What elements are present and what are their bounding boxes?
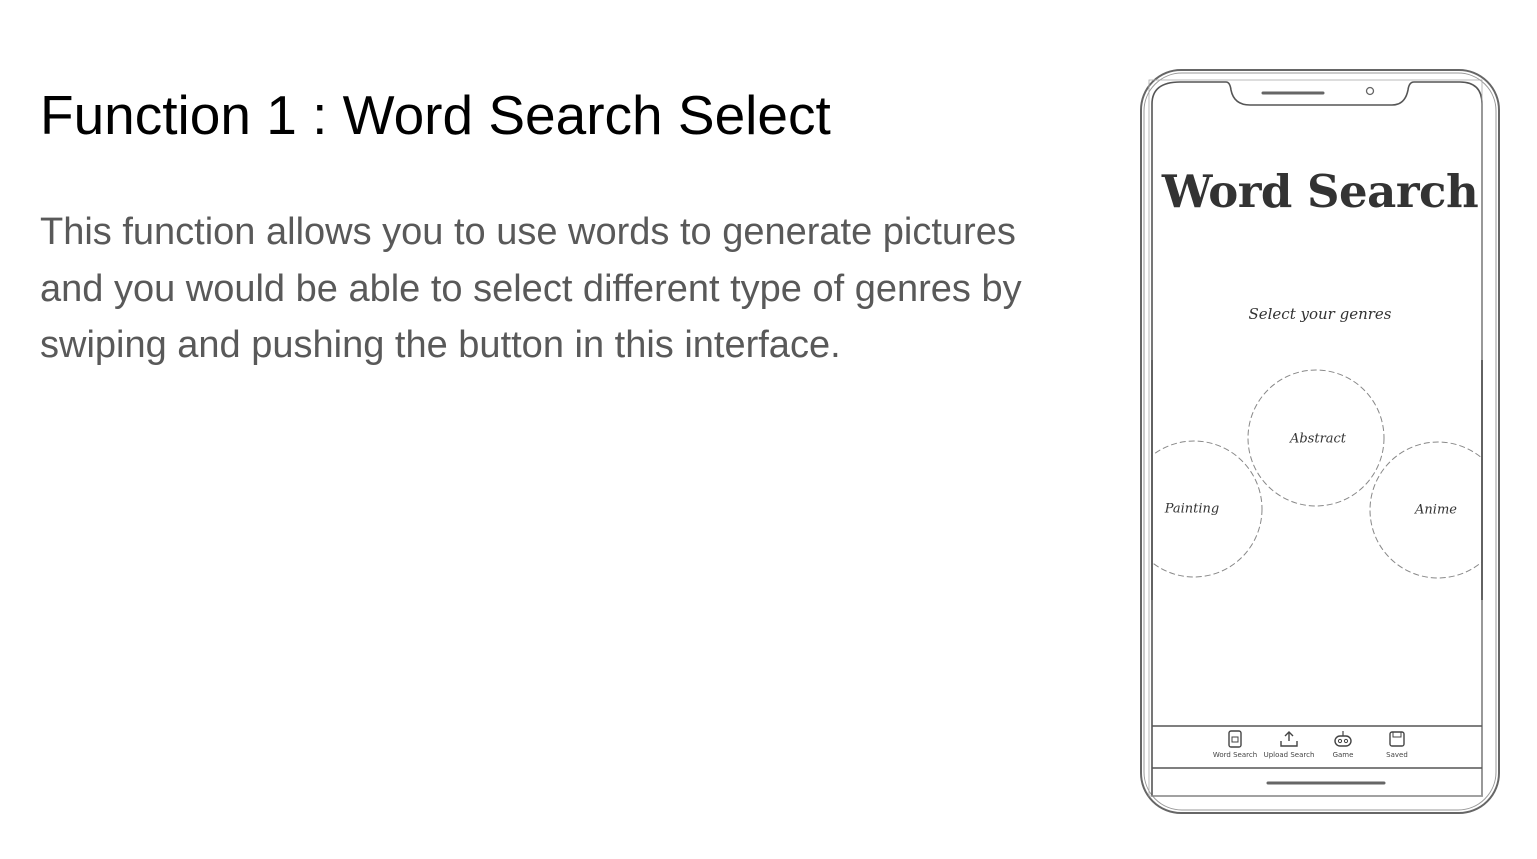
upload-icon xyxy=(1280,731,1298,747)
tab-word-search[interactable]: Word Search xyxy=(1207,730,1263,770)
tab-label: Upload Search xyxy=(1263,751,1315,759)
app-title: Word Search xyxy=(1161,165,1479,218)
genre-abstract-button[interactable]: Abstract xyxy=(1290,432,1346,447)
genre-anime-button[interactable]: Anime xyxy=(1415,503,1457,518)
tab-game[interactable]: Game xyxy=(1315,730,1371,770)
gamepad-icon xyxy=(1334,731,1352,747)
genre-painting-button[interactable]: Painting xyxy=(1165,502,1220,517)
tab-upload-search[interactable]: Upload Search xyxy=(1261,730,1317,770)
slide-title: Function 1 : Word Search Select xyxy=(40,84,831,146)
document-icon xyxy=(1228,730,1242,748)
slide-description: This function allows you to use words to… xyxy=(40,211,1022,366)
tab-label: Word Search xyxy=(1212,751,1258,759)
tab-label: Saved xyxy=(1386,751,1408,759)
save-icon xyxy=(1389,731,1405,747)
phone-mockup: Word Search Select your genres Abstract … xyxy=(1130,60,1510,820)
tab-label: Game xyxy=(1332,751,1354,759)
genre-prompt: Select your genres xyxy=(1248,305,1392,323)
tab-saved[interactable]: Saved xyxy=(1369,730,1425,770)
